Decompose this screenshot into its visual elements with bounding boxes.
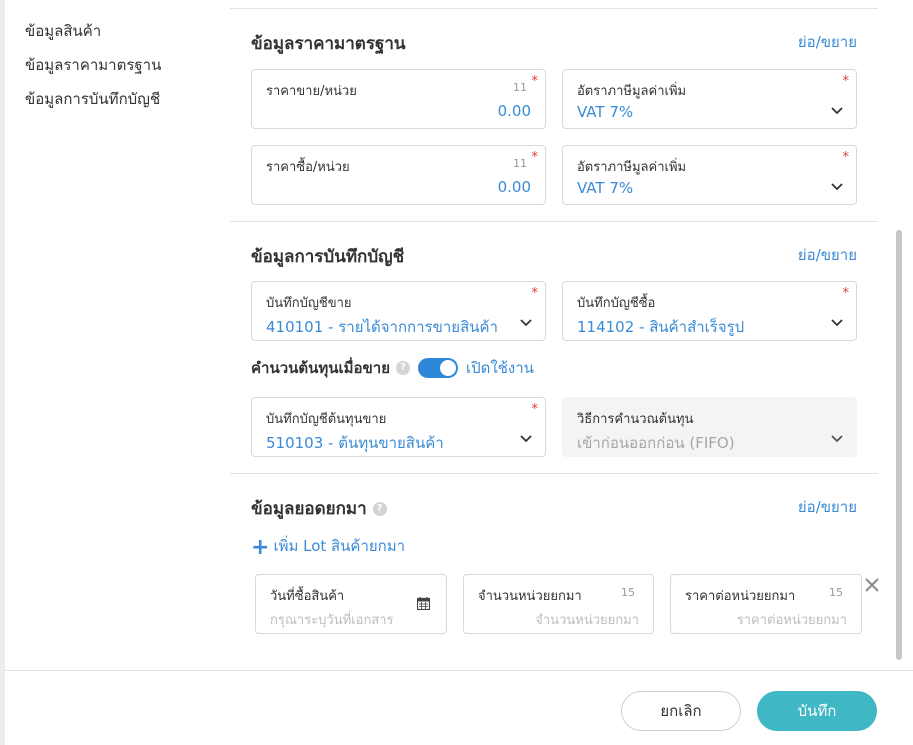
cost-calc-state: เปิดใช้งาน	[466, 359, 534, 377]
purchase-date-label: วันที่ซื้อสินค้า	[270, 589, 345, 604]
char-count: 15	[829, 586, 843, 599]
sell-price-field[interactable]: ราคาขาย/หน่วย 11 * 0.00	[251, 69, 546, 129]
chevron-down-icon	[831, 107, 843, 115]
buy-price-value: 0.00	[497, 178, 531, 196]
cost-calc-label: คำนวนต้นทุนเมื่อขาย	[251, 359, 391, 377]
price-collapse-toggle[interactable]: ย่อ/ขยาย	[798, 30, 857, 54]
opening-unit-price-field[interactable]: ราคาต่อหน่วยยกมา 15 ราคาต่อหน่วยยกมา	[670, 574, 862, 634]
opening-section-title-text: ข้อมูลยอดยกมา	[251, 499, 367, 519]
sell-vat-value: VAT 7%	[577, 103, 634, 121]
help-icon[interactable]: ?	[372, 502, 387, 516]
help-icon[interactable]: ?	[396, 361, 411, 375]
section-nav: ข้อมูลสินค้า ข้อมูลราคามาตรฐาน ข้อมูลการ…	[25, 18, 225, 120]
nav-item-product-info[interactable]: ข้อมูลสินค้า	[25, 18, 225, 52]
sell-vat-select[interactable]: อัตราภาษีมูลค่าเพิ่ม * VAT 7%	[562, 69, 857, 129]
plus-icon: +	[251, 535, 270, 560]
cost-account-value: 510103 - ต้นทุนขายสินค้า	[266, 434, 444, 452]
toggle-knob	[440, 360, 457, 376]
opening-unit-price-label: ราคาต่อหน่วยยกมา	[685, 589, 796, 604]
opening-unit-price-placeholder: ราคาต่อหน่วยยกมา	[736, 613, 847, 628]
required-mark: *	[842, 286, 850, 301]
section-divider	[230, 8, 878, 9]
scrollbar-thumb[interactable]	[896, 230, 902, 660]
cost-calc-toggle[interactable]	[418, 358, 459, 378]
buy-price-field[interactable]: ราคาซื้อ/หน่วย 11 * 0.00	[251, 145, 546, 205]
sell-price-label: ราคาขาย/หน่วย	[266, 84, 357, 99]
add-lot-button[interactable]: + เพิ่ม Lot สินค้ายกมา	[251, 534, 405, 560]
section-divider	[230, 221, 878, 222]
char-count: 15	[621, 586, 635, 599]
sell-vat-label: อัตราภาษีมูลค่าเพิ่ม	[577, 84, 687, 99]
cost-method-select[interactable]: วิธีการคำนวณต้นทุน เข้าก่อนออกก่อน (FIFO…	[562, 397, 857, 457]
required-mark: *	[842, 74, 850, 89]
buy-vat-select[interactable]: อัตราภาษีมูลค่าเพิ่ม * VAT 7%	[562, 145, 857, 205]
char-count: 11	[513, 81, 527, 94]
add-lot-label: เพิ่ม Lot สินค้ายกมา	[273, 537, 406, 555]
form-content: ข้อมูลราคามาตรฐาน ย่อ/ขยาย ราคาขาย/หน่วย…	[230, 0, 878, 670]
sales-account-value: 410101 - รายได้จากการขายสินค้า	[266, 318, 498, 336]
calendar-icon	[417, 597, 430, 610]
chevron-down-icon	[831, 183, 843, 191]
sell-price-value: 0.00	[497, 102, 531, 120]
chevron-down-icon	[831, 435, 843, 443]
cost-method-value: เข้าก่อนออกก่อน (FIFO)	[577, 434, 735, 452]
opening-qty-label: จำนวนหน่วยยกมา	[478, 589, 582, 604]
purchase-account-value: 114102 - สินค้าสำเร็จรูป	[577, 318, 745, 336]
accounting-collapse-toggle[interactable]: ย่อ/ขยาย	[798, 243, 857, 267]
buy-vat-value: VAT 7%	[577, 179, 634, 197]
char-count: 11	[513, 157, 527, 170]
required-mark: *	[531, 150, 539, 165]
close-icon[interactable]	[862, 575, 882, 595]
sales-account-label: บันทึกบัญชีขาย	[266, 296, 352, 311]
required-mark: *	[531, 74, 539, 89]
purchase-account-select[interactable]: บันทึกบัญชีซื้อ * 114102 - สินค้าสำเร็จร…	[562, 281, 857, 341]
purchase-date-field[interactable]: วันที่ซื้อสินค้า กรุณาระบุวันที่เอกสาร	[255, 574, 447, 634]
chevron-down-icon	[831, 319, 843, 327]
purchase-account-label: บันทึกบัญชีซื้อ	[577, 296, 656, 311]
purchase-date-placeholder: กรุณาระบุวันที่เอกสาร	[270, 613, 394, 628]
nav-item-standard-price[interactable]: ข้อมูลราคามาตรฐาน	[25, 52, 225, 86]
save-button[interactable]: บันทึก	[757, 691, 877, 731]
price-section-title: ข้อมูลราคามาตรฐาน	[251, 34, 406, 54]
footer-divider	[5, 670, 913, 671]
product-modal: ข้อมูลสินค้า ข้อมูลราคามาตรฐาน ข้อมูลการ…	[5, 0, 913, 745]
buy-vat-label: อัตราภาษีมูลค่าเพิ่ม	[577, 160, 687, 175]
buy-price-label: ราคาซื้อ/หน่วย	[266, 160, 350, 175]
chevron-down-icon	[520, 319, 532, 327]
required-mark: *	[842, 150, 850, 165]
sales-account-select[interactable]: บันทึกบัญชีขาย * 410101 - รายได้จากการขา…	[251, 281, 546, 341]
required-mark: *	[531, 286, 539, 301]
opening-qty-placeholder: จำนวนหน่วยยกมา	[535, 613, 639, 628]
cancel-button[interactable]: ยกเลิก	[621, 691, 741, 731]
opening-section-title: ข้อมูลยอดยกมา?	[251, 495, 387, 522]
chevron-down-icon	[520, 435, 532, 443]
opening-collapse-toggle[interactable]: ย่อ/ขยาย	[798, 495, 857, 519]
cost-calc-row: คำนวนต้นทุนเมื่อขาย ? เปิดใช้งาน	[251, 356, 534, 380]
cost-account-select[interactable]: บันทึกบัญชีต้นทุนขาย * 510103 - ต้นทุนขา…	[251, 397, 546, 457]
cost-method-label: วิธีการคำนวณต้นทุน	[577, 412, 694, 427]
opening-qty-field[interactable]: จำนวนหน่วยยกมา 15 จำนวนหน่วยยกมา	[463, 574, 654, 634]
required-mark: *	[531, 402, 539, 417]
cost-account-label: บันทึกบัญชีต้นทุนขาย	[266, 412, 387, 427]
accounting-section-title: ข้อมูลการบันทึกบัญชี	[251, 247, 405, 267]
nav-item-accounting[interactable]: ข้อมูลการบันทึกบัญชี	[25, 86, 225, 120]
section-divider	[230, 473, 878, 474]
